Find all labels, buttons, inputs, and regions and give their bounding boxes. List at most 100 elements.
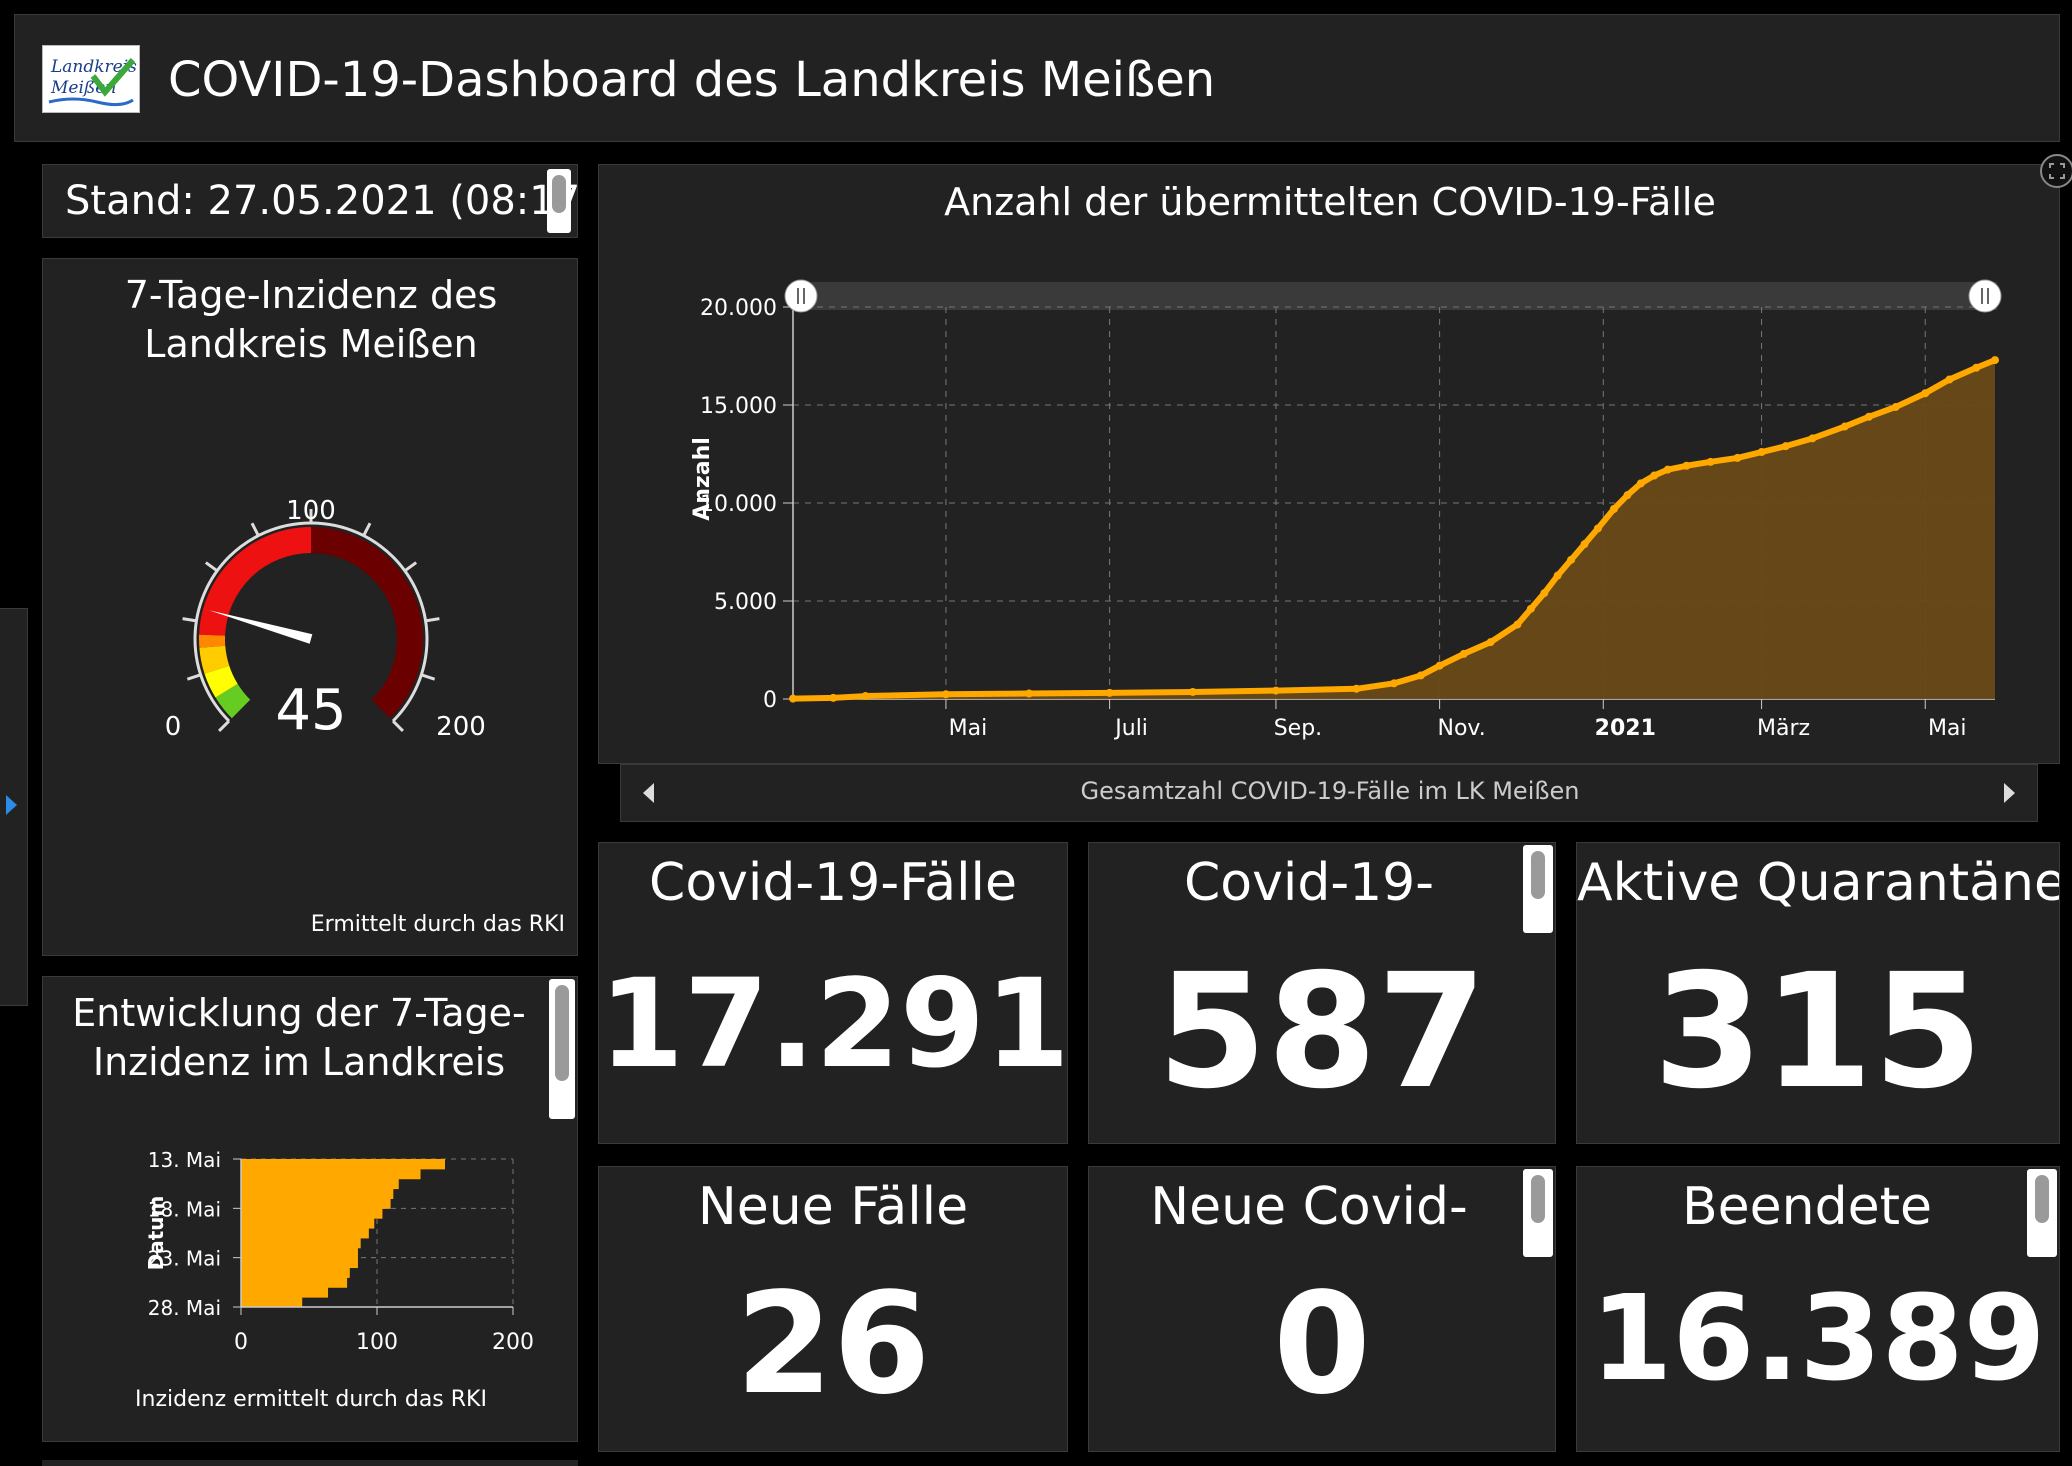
page-title: COVID-19-Dashboard des Landkreis Meißen <box>168 52 1216 108</box>
kpi-covid-cases: Covid-19-Fälle 17.291 <box>598 842 1068 1144</box>
chart-xtick-label: Mai <box>1928 716 1967 741</box>
chart-point <box>1891 402 1900 411</box>
bar-xtick-label: 200 <box>492 1330 534 1355</box>
chart-point <box>1706 457 1715 466</box>
chart-point <box>1733 453 1742 462</box>
gauge-tick <box>420 673 436 681</box>
range-handle-right-icon[interactable] <box>1968 279 2002 313</box>
chart-point <box>1864 412 1873 421</box>
logo-wave <box>48 97 134 107</box>
kpi-deaths-scrollbar-thumb[interactable] <box>1531 851 1545 899</box>
bar <box>241 1168 421 1180</box>
chart-point <box>1416 671 1425 680</box>
chart-point <box>1540 589 1549 598</box>
chart-point <box>1945 375 1954 384</box>
next-panel-edge <box>42 1460 578 1466</box>
chart-xtick-label: Sep. <box>1274 716 1322 741</box>
bar <box>241 1178 399 1190</box>
gauge-band <box>199 634 226 648</box>
chart-point <box>1486 638 1495 647</box>
chart-point <box>1188 687 1197 696</box>
gauge-mid-label: 100 <box>286 496 336 526</box>
chart-point <box>1757 448 1766 457</box>
kpi-value: 26 <box>735 1263 931 1426</box>
chart-point <box>829 693 838 702</box>
expand-side-arrow-icon[interactable] <box>6 795 17 815</box>
chart-point <box>1352 684 1361 693</box>
kpi-title: Aktive Quarantäne <box>1577 853 2060 913</box>
chart-ylabel: Anzahl <box>690 437 715 521</box>
incidence-bar-chart: 0 100 20013. Mai18. Mai23. Mai28. MaiDatum <box>144 1148 534 1355</box>
chart-point <box>1593 524 1602 533</box>
kpi-value: 0 <box>1273 1263 1371 1426</box>
bar <box>241 1188 394 1199</box>
gauge-tick <box>204 561 219 573</box>
bar <box>241 1247 358 1259</box>
kpi-ended: Beendete 16.389 <box>1576 1166 2060 1452</box>
kpi-title: Covid-19-Fälle <box>649 853 1017 913</box>
gauge-value: 45 <box>275 678 346 743</box>
bar <box>241 1267 350 1278</box>
incidence-development-panel: Entwicklung der 7-Tage-Inzidenz im Landk… <box>42 976 578 1442</box>
gauge-min-label: 0 <box>165 712 182 742</box>
chart-point <box>1513 620 1522 629</box>
chart-point <box>1526 604 1535 613</box>
range-handle-left-icon[interactable] <box>784 279 818 313</box>
gauge-tick <box>186 673 202 681</box>
expand-icon[interactable] <box>2040 154 2072 188</box>
chart-xtick-label: 2021 <box>1595 716 1656 741</box>
chart-xtick-label: Mai <box>949 716 988 741</box>
chart-point <box>1991 356 1999 365</box>
kpi-new-deaths-scrollbar[interactable] <box>1523 1169 1553 1257</box>
kpi-value: 315 <box>1653 940 1983 1124</box>
kpi-ended-scrollbar[interactable] <box>2027 1169 2057 1257</box>
landkreis-logo: Landkreis Meißen <box>42 45 140 113</box>
kpi-value: 17.291 <box>599 953 1068 1095</box>
chart-point <box>1921 389 1930 398</box>
stand-scrollbar-thumb[interactable] <box>552 175 566 213</box>
kpi-ended-scrollbar-thumb[interactable] <box>2035 1175 2049 1223</box>
gauge-max-label: 200 <box>436 712 486 742</box>
chart-point <box>1271 686 1280 695</box>
chart-point <box>1025 689 1034 698</box>
bar-ytick-label: 28. Mai <box>148 1296 221 1320</box>
bar <box>241 1297 303 1308</box>
chart-point <box>1636 479 1645 488</box>
chart-point <box>1567 555 1576 564</box>
chart-point <box>1682 461 1691 470</box>
gauge-tick <box>218 719 231 732</box>
kpi-deaths-scrollbar[interactable] <box>1523 845 1553 933</box>
chart-point <box>1808 434 1817 443</box>
kpi-value: 587 <box>1157 940 1487 1124</box>
kpi-covid-deaths: Covid-19-Todesfälle 587 <box>1088 842 1556 1144</box>
stand-scrollbar[interactable] <box>547 169 571 233</box>
chart-xtick-label: Juli <box>1113 716 1148 741</box>
chart-point <box>1435 661 1444 670</box>
chart-point <box>861 692 870 701</box>
bar-ytick-label: 13. Mai <box>148 1148 221 1172</box>
chart-point <box>1663 465 1672 474</box>
chart-area <box>793 360 1995 699</box>
incidence-gauge: 45 100 0 200 <box>165 496 486 743</box>
kpi-new-cases: Neue Fälle 26 <box>598 1166 1068 1452</box>
chart-point <box>1610 504 1619 513</box>
gauge-tick <box>182 617 197 623</box>
bar <box>241 1287 329 1298</box>
bar-ylabel: Datum <box>144 1196 168 1271</box>
chart-point <box>1781 442 1790 451</box>
chart-point <box>1459 649 1468 658</box>
kpi-value: 16.389 <box>1590 1269 2046 1407</box>
chart-point <box>1390 679 1398 688</box>
kpi-new-deaths-scrollbar-thumb[interactable] <box>1531 1175 1545 1223</box>
chart-navigator: Gesamtzahl COVID-19-Fälle im LK Meißen <box>620 764 2038 822</box>
chart-ytick-label: 15.000 <box>700 394 777 419</box>
kpi-title: Covid-19-Todesfälle <box>1180 853 1438 923</box>
cases-area-chart: 05.00010.00015.00020.000Mai Juli Sep. Nov. 2… <box>690 279 2002 741</box>
bar <box>241 1237 361 1249</box>
kpi-active-quarantine: Aktive Quarantäne 315 <box>1576 842 2060 1144</box>
chart-ytick-label: 0 <box>763 688 777 713</box>
bar <box>241 1218 375 1229</box>
chart-next-arrow-icon[interactable] <box>2004 783 2015 803</box>
chart-range-band <box>791 282 1997 310</box>
bar <box>241 1228 369 1239</box>
